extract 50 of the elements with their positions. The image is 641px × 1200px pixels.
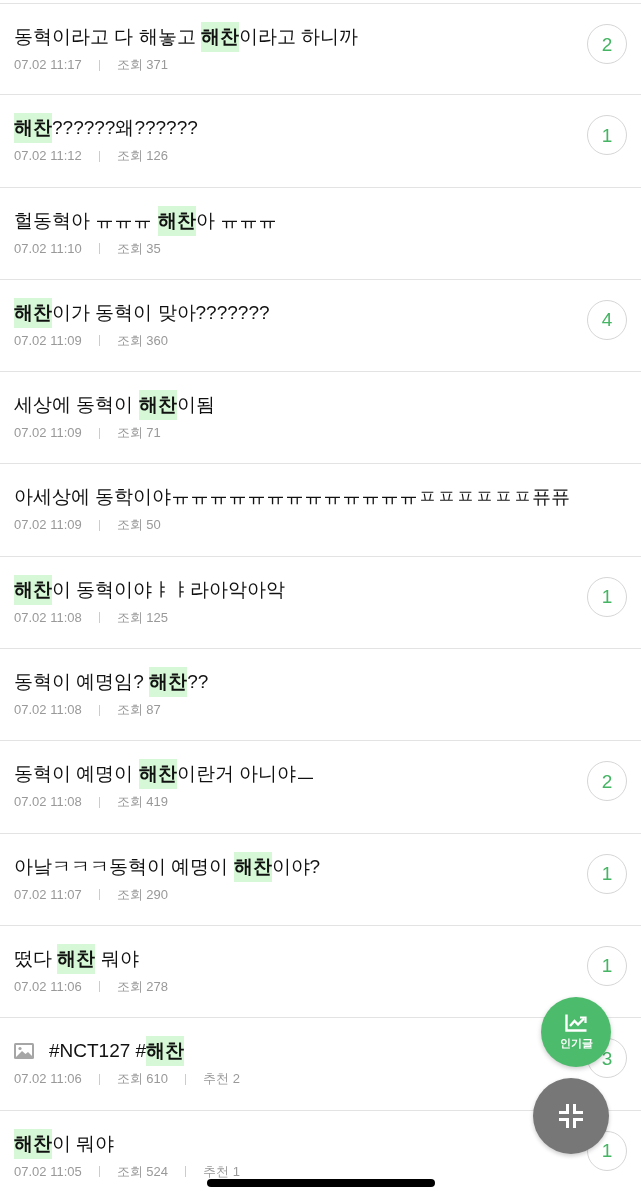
view-count: 조회 278 [116,978,169,995]
view-count: 조회 126 [116,148,169,165]
view-count: 조회 35 [116,240,161,257]
post-date: 07.02 11:08 [14,702,82,719]
view-count: 조회 290 [116,886,169,903]
post-title[interactable]: 동혁이라고 다 해놓고 해찬이라고 하니까 [14,22,359,52]
view-count: 조회 71 [116,425,161,442]
post-date: 07.02 11:06 [14,978,82,995]
view-count: 조회 371 [116,57,169,73]
comment-count: 2 [587,24,627,64]
view-count: 조회 610 [116,1071,169,1088]
post-date: 07.02 11:06 [14,1071,82,1088]
comment-count: 1 [587,945,627,986]
collapse-icon [559,1104,583,1128]
view-count: 조회 125 [116,609,169,626]
post-title[interactable]: 동혁이 예명이 해찬이란거 아니야ㅡ [14,759,315,790]
post-date: 07.02 11:09 [14,332,82,349]
post-title[interactable]: 해찬이가 동혁이 맞아??????? [14,297,270,328]
post-title[interactable]: 헐동혁아 ㅠㅠㅠ 해찬아 ㅠㅠㅠ [14,205,277,236]
comment-count: 1 [587,115,627,156]
post-title[interactable]: 해찬이 뭐야 [14,1128,115,1159]
post-title[interactable]: 아세상에 동학이야ㅠㅠㅠㅠㅠㅠㅠㅠㅠㅠㅠㅠㅠㅍㅍㅍㅍㅍㅍ퓨퓨 [14,484,571,511]
post-title[interactable]: 세상에 동혁이 해찬이됨 [14,390,215,421]
view-count: 조회 524 [116,1163,169,1180]
view-count: 조회 87 [116,702,161,719]
trend-chart-icon [565,1014,587,1032]
post-date: 07.02 11:05 [14,1163,82,1180]
post-date: 07.02 11:09 [14,425,82,442]
post-date: 07.02 11:12 [14,148,82,165]
post-date: 07.02 11:08 [14,794,82,811]
post-date: 07.02 11:10 [14,240,82,257]
post-title[interactable]: #NCT127 #해찬 [49,1036,185,1067]
post-title[interactable]: 해찬이 동혁이야ㅑㅑ라아악아악 [14,574,286,605]
comment-count: 1 [587,853,627,894]
post-date: 07.02 11:17 [14,57,82,73]
view-count: 조회 360 [116,332,169,349]
comment-count: 4 [587,299,627,340]
post-title[interactable]: 동혁이 예명임? 해찬?? [14,667,209,698]
post-date: 07.02 11:07 [14,886,82,903]
post-title[interactable]: 떴다 해찬 뭐야 [14,943,139,974]
like-count: 추천 1 [203,1163,240,1180]
view-count: 조회 419 [116,794,169,811]
post-title[interactable]: 아낰ㅋㅋㅋ동혁이 예명이 해찬이야? [14,851,321,882]
post-date: 07.02 11:08 [14,609,82,626]
comment-count: 1 [587,576,627,617]
comment-count: 2 [587,761,627,802]
view-count: 조회 50 [116,517,161,534]
post-title[interactable]: 해찬??????왜?????? [14,113,198,144]
post-date: 07.02 11:09 [14,517,82,534]
like-count: 추천 2 [203,1071,240,1088]
